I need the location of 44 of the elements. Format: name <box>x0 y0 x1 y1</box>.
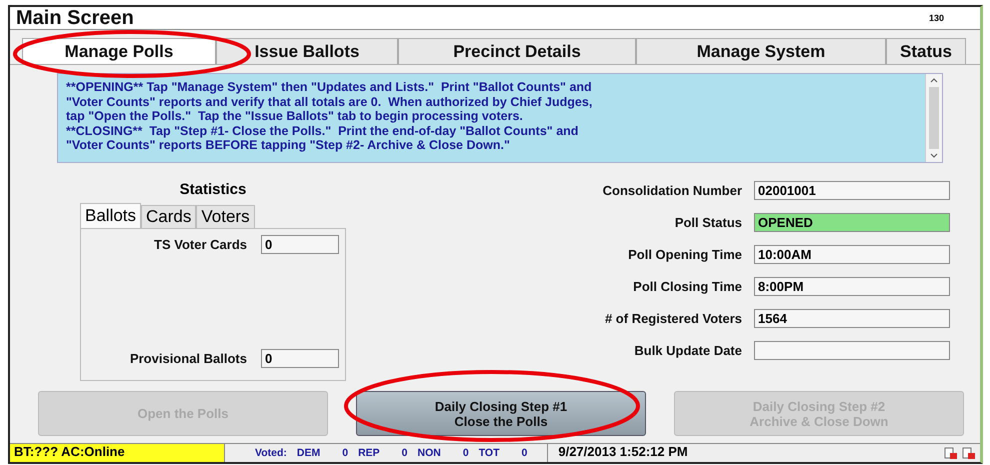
party-label: NON <box>418 447 441 459</box>
field-label: Provisional Ballots <box>130 351 247 366</box>
party-label: TOT <box>478 447 500 459</box>
action-button[interactable]: Daily Closing Step #1 Close the Polls <box>356 391 646 436</box>
instructions-text: **OPENING** Tap "Manage System" then "Updates and Lists." Print "Ballot Counts" and "Voter Counts" reports and verify that all totals are 0. When authorized by Chief Judges, tap "Open the Polls." Tap the "Issue Ballots" tab to begin processing voters. **CLOSING** Tap "Step #1- Close the Polls." Print the end-of-day "Ballot Counts" and "Voter Counts" reports BEFORE tapping "Step #2- Archive & Close Down." <box>65 79 594 154</box>
party-label: REP <box>358 447 380 459</box>
document-icon[interactable] <box>944 446 958 460</box>
vote-count: 0 <box>462 447 469 459</box>
field-label: # of Registered Voters <box>604 311 742 326</box>
scroll-up-icon[interactable] <box>930 78 938 83</box>
scroll-down-icon[interactable] <box>930 153 938 158</box>
value-field: 8:00PM <box>754 277 950 296</box>
field-label: Bulk Update Date <box>634 343 742 358</box>
statistics-tab[interactable]: Voters <box>196 205 255 228</box>
vote-count: 0 <box>342 447 348 459</box>
window-title: Main Screen <box>16 6 134 30</box>
statistics-tab[interactable]: Ballots <box>80 203 142 228</box>
value-field: 1564 <box>754 309 950 328</box>
statistics-title: Statistics <box>178 181 248 198</box>
tab[interactable]: Precinct Details <box>398 38 636 64</box>
voted-label: Voted: <box>255 447 287 459</box>
party-label: DEM <box>296 447 320 459</box>
value-field: 10:00AM <box>754 245 950 264</box>
field-label: Consolidation Number <box>602 183 742 198</box>
document-icon[interactable] <box>962 446 976 460</box>
date-time: 9/27/2013 1:52:12 PM <box>557 444 689 461</box>
value-field: OPENED <box>754 213 950 232</box>
vote-count: 0 <box>402 447 408 459</box>
connection-status: BT:??? AC:Online <box>10 444 225 462</box>
screen-code: 130 <box>928 13 944 23</box>
field-label: Poll Closing Time <box>633 279 742 294</box>
field-label: Poll Status <box>674 215 742 230</box>
tab[interactable]: Issue Ballots <box>216 38 398 64</box>
scrollbar[interactable] <box>925 74 942 162</box>
count-field: 0 <box>261 349 339 368</box>
tab[interactable]: Manage Polls <box>22 38 216 64</box>
value-field: 02001001 <box>754 181 950 200</box>
tab[interactable]: Status <box>886 38 966 64</box>
field-label: TS Voter Cards <box>154 237 247 252</box>
count-field: 0 <box>261 235 339 254</box>
vote-count: 0 <box>522 447 528 459</box>
statistics-tab[interactable]: Cards <box>141 205 196 228</box>
field-label: Poll Opening Time <box>628 247 742 262</box>
tab[interactable]: Manage System <box>636 38 886 64</box>
